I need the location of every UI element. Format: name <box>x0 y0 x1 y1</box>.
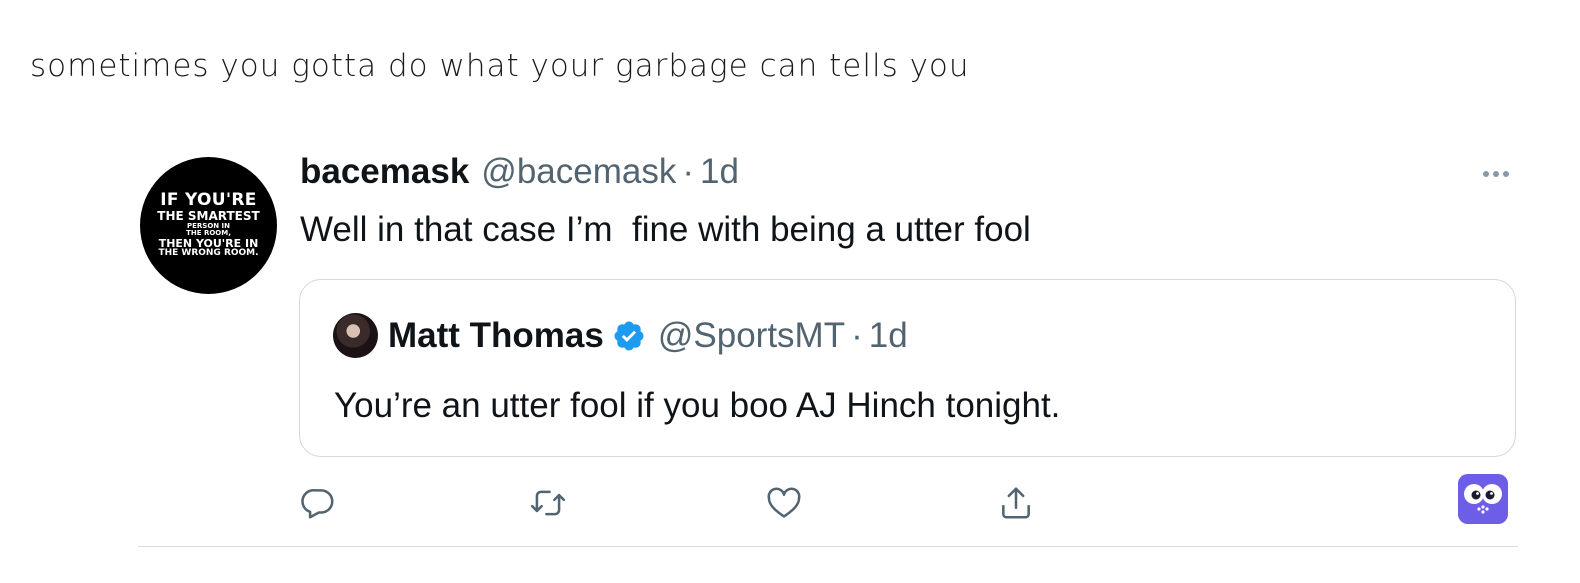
avatar-text-line: IF YOU'RE <box>160 190 257 211</box>
share-button[interactable] <box>996 483 1036 523</box>
tweet-timestamp[interactable]: 1d <box>700 152 739 192</box>
tweet-card[interactable]: IF YOU'RE THE SMARTEST PERSON IN THE ROO… <box>138 150 1518 550</box>
separator-dot: · <box>682 152 694 191</box>
verified-badge-icon <box>614 321 644 351</box>
quoted-tweet-text: You’re an utter fool if you boo AJ Hinch… <box>334 386 1061 425</box>
avatar-text-line: THE SMARTEST <box>157 209 260 224</box>
owl-logo-icon <box>1458 474 1508 524</box>
like-icon <box>767 487 801 518</box>
quoted-author-avatar[interactable] <box>333 313 378 358</box>
quoted-author-handle: @SportsMT <box>657 316 846 355</box>
quoted-tweet-timestamp: 1d <box>868 316 908 355</box>
tweet-text: Well in that case I’m fine with being a … <box>300 210 1031 249</box>
author-handle[interactable]: @bacemask <box>481 152 676 192</box>
author-avatar[interactable]: IF YOU'RE THE SMARTEST PERSON IN THE ROO… <box>140 157 277 294</box>
author-name[interactable]: bacemask <box>300 152 469 192</box>
retweet-icon <box>530 490 566 516</box>
tweet-header: bacemask @bacemask · 1d <box>300 152 739 196</box>
separator-dot: · <box>851 316 863 355</box>
caption-text: sometimes you gotta do what your garbage… <box>30 48 970 84</box>
reply-icon <box>301 489 334 519</box>
divider <box>138 546 1518 547</box>
like-button[interactable] <box>764 483 804 523</box>
retweet-button[interactable] <box>528 483 568 523</box>
quoted-author-name: Matt Thomas <box>388 316 604 355</box>
avatar-text-line: THE WRONG ROOM. <box>158 248 259 259</box>
reply-button[interactable] <box>298 483 338 523</box>
share-icon <box>1002 487 1030 519</box>
more-horizontal-icon[interactable] <box>1479 164 1513 184</box>
quoted-tweet-header: Matt Thomas @SportsMT · 1d <box>388 316 908 356</box>
quoted-tweet[interactable]: Matt Thomas @SportsMT · 1d You’re an utt… <box>299 279 1516 457</box>
